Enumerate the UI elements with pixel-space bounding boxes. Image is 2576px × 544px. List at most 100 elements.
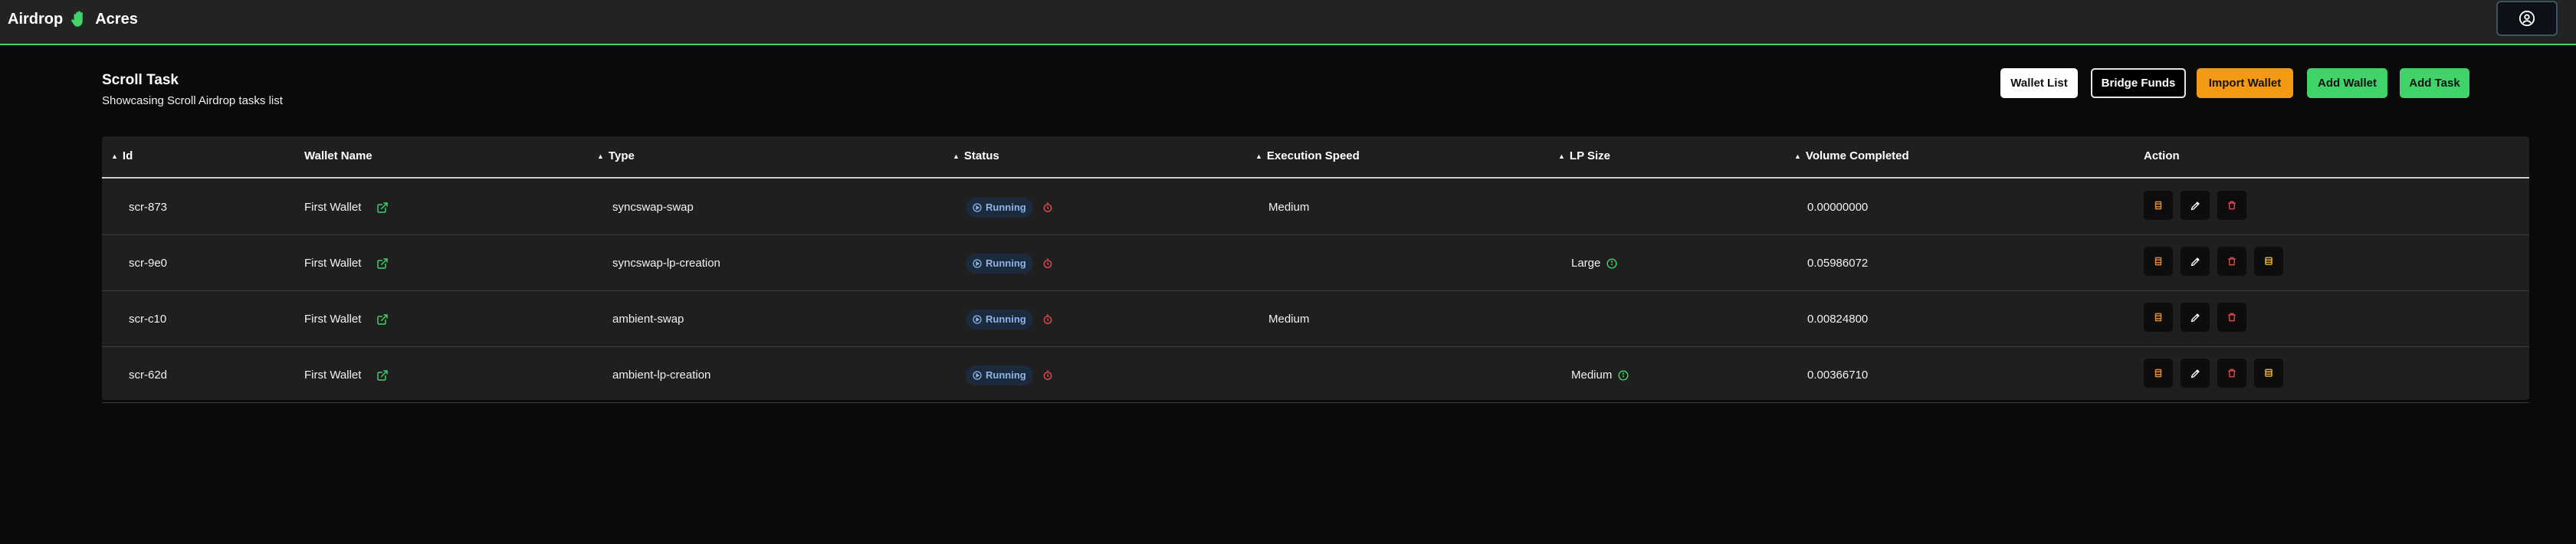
external-link-icon[interactable] xyxy=(376,369,389,382)
pencil-icon xyxy=(2190,369,2200,378)
import-wallet-button[interactable]: Import Wallet xyxy=(2197,68,2293,98)
cell-type: syncswap-lp-creation xyxy=(612,257,720,270)
timer-icon[interactable] xyxy=(1042,313,1053,325)
cell-execution-speed: Medium xyxy=(1268,201,1310,214)
timer-icon[interactable] xyxy=(1042,202,1053,213)
trash-icon xyxy=(2228,313,2236,322)
running-icon xyxy=(973,258,982,268)
table-row: scr-873 First Wallet syncswap-swap Running M… xyxy=(102,179,2529,235)
cell-volume: 0.00824800 xyxy=(1807,313,1869,326)
add-task-button[interactable]: Add Task xyxy=(2400,68,2469,98)
running-icon xyxy=(973,314,982,324)
pause-button[interactable] xyxy=(2144,303,2173,332)
brand-name-right: Acres xyxy=(95,10,138,28)
wallet-name: First Wallet xyxy=(304,369,362,382)
lp-size-value: Medium xyxy=(1571,369,1613,382)
cell-type: ambient-swap xyxy=(612,313,684,326)
cell-type: syncswap-swap xyxy=(612,201,694,214)
cell-lp-size: Medium xyxy=(1571,347,1629,403)
delete-button[interactable] xyxy=(2217,191,2246,220)
add-wallet-button[interactable]: Add Wallet xyxy=(2307,68,2387,98)
page-title: Scroll Task xyxy=(102,72,179,88)
cell-id: scr-873 xyxy=(129,201,168,214)
trash-icon xyxy=(2228,257,2236,266)
pause-icon xyxy=(2154,313,2162,322)
cell-status: Running xyxy=(966,347,1053,403)
column-header-volume-completed[interactable]: ▲ Volume Completed xyxy=(1794,149,1909,162)
column-header-execution-speed[interactable]: ▲ Execution Speed xyxy=(1255,149,1360,162)
sort-icon: ▲ xyxy=(1794,152,1801,160)
cell-wallet: First Wallet xyxy=(304,347,389,403)
pause-icon xyxy=(2154,369,2162,378)
sort-icon: ▲ xyxy=(953,152,960,160)
top-navbar: Airdrop Acres xyxy=(0,0,2576,45)
pause-button[interactable] xyxy=(2144,359,2173,388)
pause-button[interactable] xyxy=(2144,247,2173,276)
delete-button[interactable] xyxy=(2217,359,2246,388)
delete-button[interactable] xyxy=(2217,303,2246,332)
table-row: scr-9e0 First Wallet syncswap-lp-creation R… xyxy=(102,235,2529,291)
sort-icon: ▲ xyxy=(597,152,604,160)
brand-logo[interactable]: Airdrop Acres xyxy=(8,8,138,31)
cell-status: Running xyxy=(966,291,1053,347)
sort-icon: ▲ xyxy=(1255,152,1262,160)
external-link-icon[interactable] xyxy=(376,202,389,214)
column-header-type[interactable]: ▲ Type xyxy=(597,149,635,162)
page-subtitle: Showcasing Scroll Airdrop tasks list xyxy=(102,94,283,107)
brand-name-left: Airdrop xyxy=(8,10,64,28)
archive-button[interactable] xyxy=(2254,247,2283,276)
cell-status: Running xyxy=(966,179,1053,235)
pencil-icon xyxy=(2190,313,2200,322)
cell-volume: 0.05986072 xyxy=(1807,257,1869,270)
wallet-name: First Wallet xyxy=(304,257,362,270)
external-link-icon[interactable] xyxy=(376,257,389,270)
cell-volume: 0.00000000 xyxy=(1807,201,1869,214)
wallet-name: First Wallet xyxy=(304,201,362,214)
pause-icon xyxy=(2154,201,2162,210)
bridge-funds-button[interactable]: Bridge Funds xyxy=(2091,68,2186,98)
delete-button[interactable] xyxy=(2217,247,2246,276)
pencil-icon xyxy=(2190,201,2200,210)
running-icon xyxy=(973,202,982,212)
column-header-wallet-name: Wallet Name xyxy=(304,149,372,162)
wallet-list-button[interactable]: Wallet List xyxy=(2000,68,2078,98)
cell-id: scr-c10 xyxy=(129,313,167,326)
table-header: ▲ Id Wallet Name ▲ Type ▲ Status ▲ Execution… xyxy=(102,136,2529,179)
edit-button[interactable] xyxy=(2181,247,2210,276)
edit-button[interactable] xyxy=(2181,191,2210,220)
status-badge: Running xyxy=(966,253,1033,274)
edit-button[interactable] xyxy=(2181,303,2210,332)
cell-wallet: First Wallet xyxy=(304,291,389,347)
cell-wallet: First Wallet xyxy=(304,179,389,235)
timer-icon[interactable] xyxy=(1042,369,1053,381)
hand-icon xyxy=(71,11,83,27)
edit-button[interactable] xyxy=(2181,359,2210,388)
pencil-icon xyxy=(2190,257,2200,266)
tasks-table: ▲ Id Wallet Name ▲ Type ▲ Status ▲ Execution… xyxy=(102,136,2529,403)
cell-status: Running xyxy=(966,235,1053,291)
running-icon xyxy=(973,370,982,380)
pause-icon xyxy=(2154,257,2162,266)
info-icon[interactable] xyxy=(1606,257,1617,269)
column-header-status[interactable]: ▲ Status xyxy=(953,149,999,162)
status-badge: Running xyxy=(966,197,1033,218)
timer-icon[interactable] xyxy=(1042,257,1053,269)
cell-wallet: First Wallet xyxy=(304,235,389,291)
trash-icon xyxy=(2228,201,2236,210)
info-icon[interactable] xyxy=(1618,369,1629,381)
column-header-lp-size[interactable]: ▲ LP Size xyxy=(1558,149,1610,162)
pause-button[interactable] xyxy=(2144,191,2173,220)
archive-button[interactable] xyxy=(2254,359,2283,388)
user-account-button[interactable] xyxy=(2496,1,2558,36)
cell-id: scr-62d xyxy=(129,369,168,382)
status-badge: Running xyxy=(966,365,1033,385)
sort-icon: ▲ xyxy=(111,152,118,160)
sort-icon: ▲ xyxy=(1558,152,1565,160)
column-header-id[interactable]: ▲ Id xyxy=(111,149,133,162)
cell-volume: 0.00366710 xyxy=(1807,369,1869,382)
external-link-icon[interactable] xyxy=(376,313,389,326)
coins-icon xyxy=(2265,369,2272,377)
table-row: scr-62d First Wallet ambient-lp-creation Ru… xyxy=(102,347,2529,403)
cell-id: scr-9e0 xyxy=(129,257,168,270)
trash-icon xyxy=(2228,369,2236,378)
